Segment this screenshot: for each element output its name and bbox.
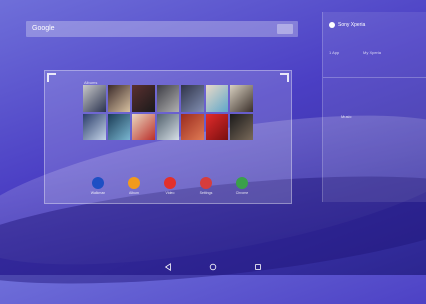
album-icon xyxy=(128,177,140,189)
google-search-bar[interactable]: Google xyxy=(26,21,298,37)
home-widget-panel[interactable]: Albums Walkman Album Video Settings Chrome xyxy=(44,70,292,204)
album-grid xyxy=(83,85,253,140)
album-cover[interactable] xyxy=(132,85,155,112)
xperia-logo-icon xyxy=(329,22,335,28)
chrome-icon xyxy=(236,177,248,189)
microphone-icon[interactable] xyxy=(277,24,293,34)
album-cover[interactable] xyxy=(181,113,204,140)
album-cover[interactable] xyxy=(83,113,106,140)
album-cover[interactable] xyxy=(205,113,229,140)
album-cover[interactable] xyxy=(205,85,229,112)
app-shortcut[interactable]: Video xyxy=(157,177,183,201)
app-label: Chrome xyxy=(235,191,249,195)
resize-handle-top-left-icon[interactable] xyxy=(47,73,56,82)
app-label: Settings xyxy=(199,191,213,195)
side-panel-title: Sony Xperia xyxy=(338,22,366,28)
album-cover[interactable] xyxy=(83,85,106,112)
app-label: Walkman xyxy=(90,191,106,195)
app-shortcut[interactable]: Settings xyxy=(193,177,219,201)
album-cover[interactable] xyxy=(230,113,253,140)
album-cover[interactable] xyxy=(132,113,155,140)
app-shortcut[interactable]: Chrome xyxy=(229,177,255,201)
side-panel-header: Sony Xperia xyxy=(329,22,365,28)
divider xyxy=(323,77,426,78)
album-cover[interactable] xyxy=(107,85,131,112)
album-cover[interactable] xyxy=(156,85,180,112)
album-cover[interactable] xyxy=(107,113,131,140)
side-panel-item[interactable]: Music xyxy=(341,114,351,119)
app-label: Video xyxy=(165,191,175,195)
album-cover[interactable] xyxy=(181,85,204,112)
walkman-icon xyxy=(92,177,104,189)
search-label: Google xyxy=(32,25,55,32)
home-icon[interactable] xyxy=(208,262,218,272)
album-cover[interactable] xyxy=(230,85,253,112)
app-label: Album xyxy=(129,191,139,195)
tab-1[interactable]: 1 App xyxy=(329,50,339,55)
navigation-bar xyxy=(0,258,426,275)
resize-handle-top-right-icon[interactable] xyxy=(280,73,289,82)
settings-icon xyxy=(200,177,212,189)
tab-2[interactable]: My Xperia xyxy=(363,50,381,55)
app-shortcut[interactable]: Album xyxy=(121,177,147,201)
app-shortcut-row: Walkman Album Video Settings Chrome xyxy=(85,177,255,201)
recents-icon[interactable] xyxy=(253,262,263,272)
app-shortcut[interactable]: Walkman xyxy=(85,177,111,201)
album-cover[interactable] xyxy=(156,113,180,140)
video-icon xyxy=(164,177,176,189)
back-icon[interactable] xyxy=(163,262,173,272)
side-panel: Sony Xperia 1 App My Xperia Music xyxy=(322,12,426,202)
